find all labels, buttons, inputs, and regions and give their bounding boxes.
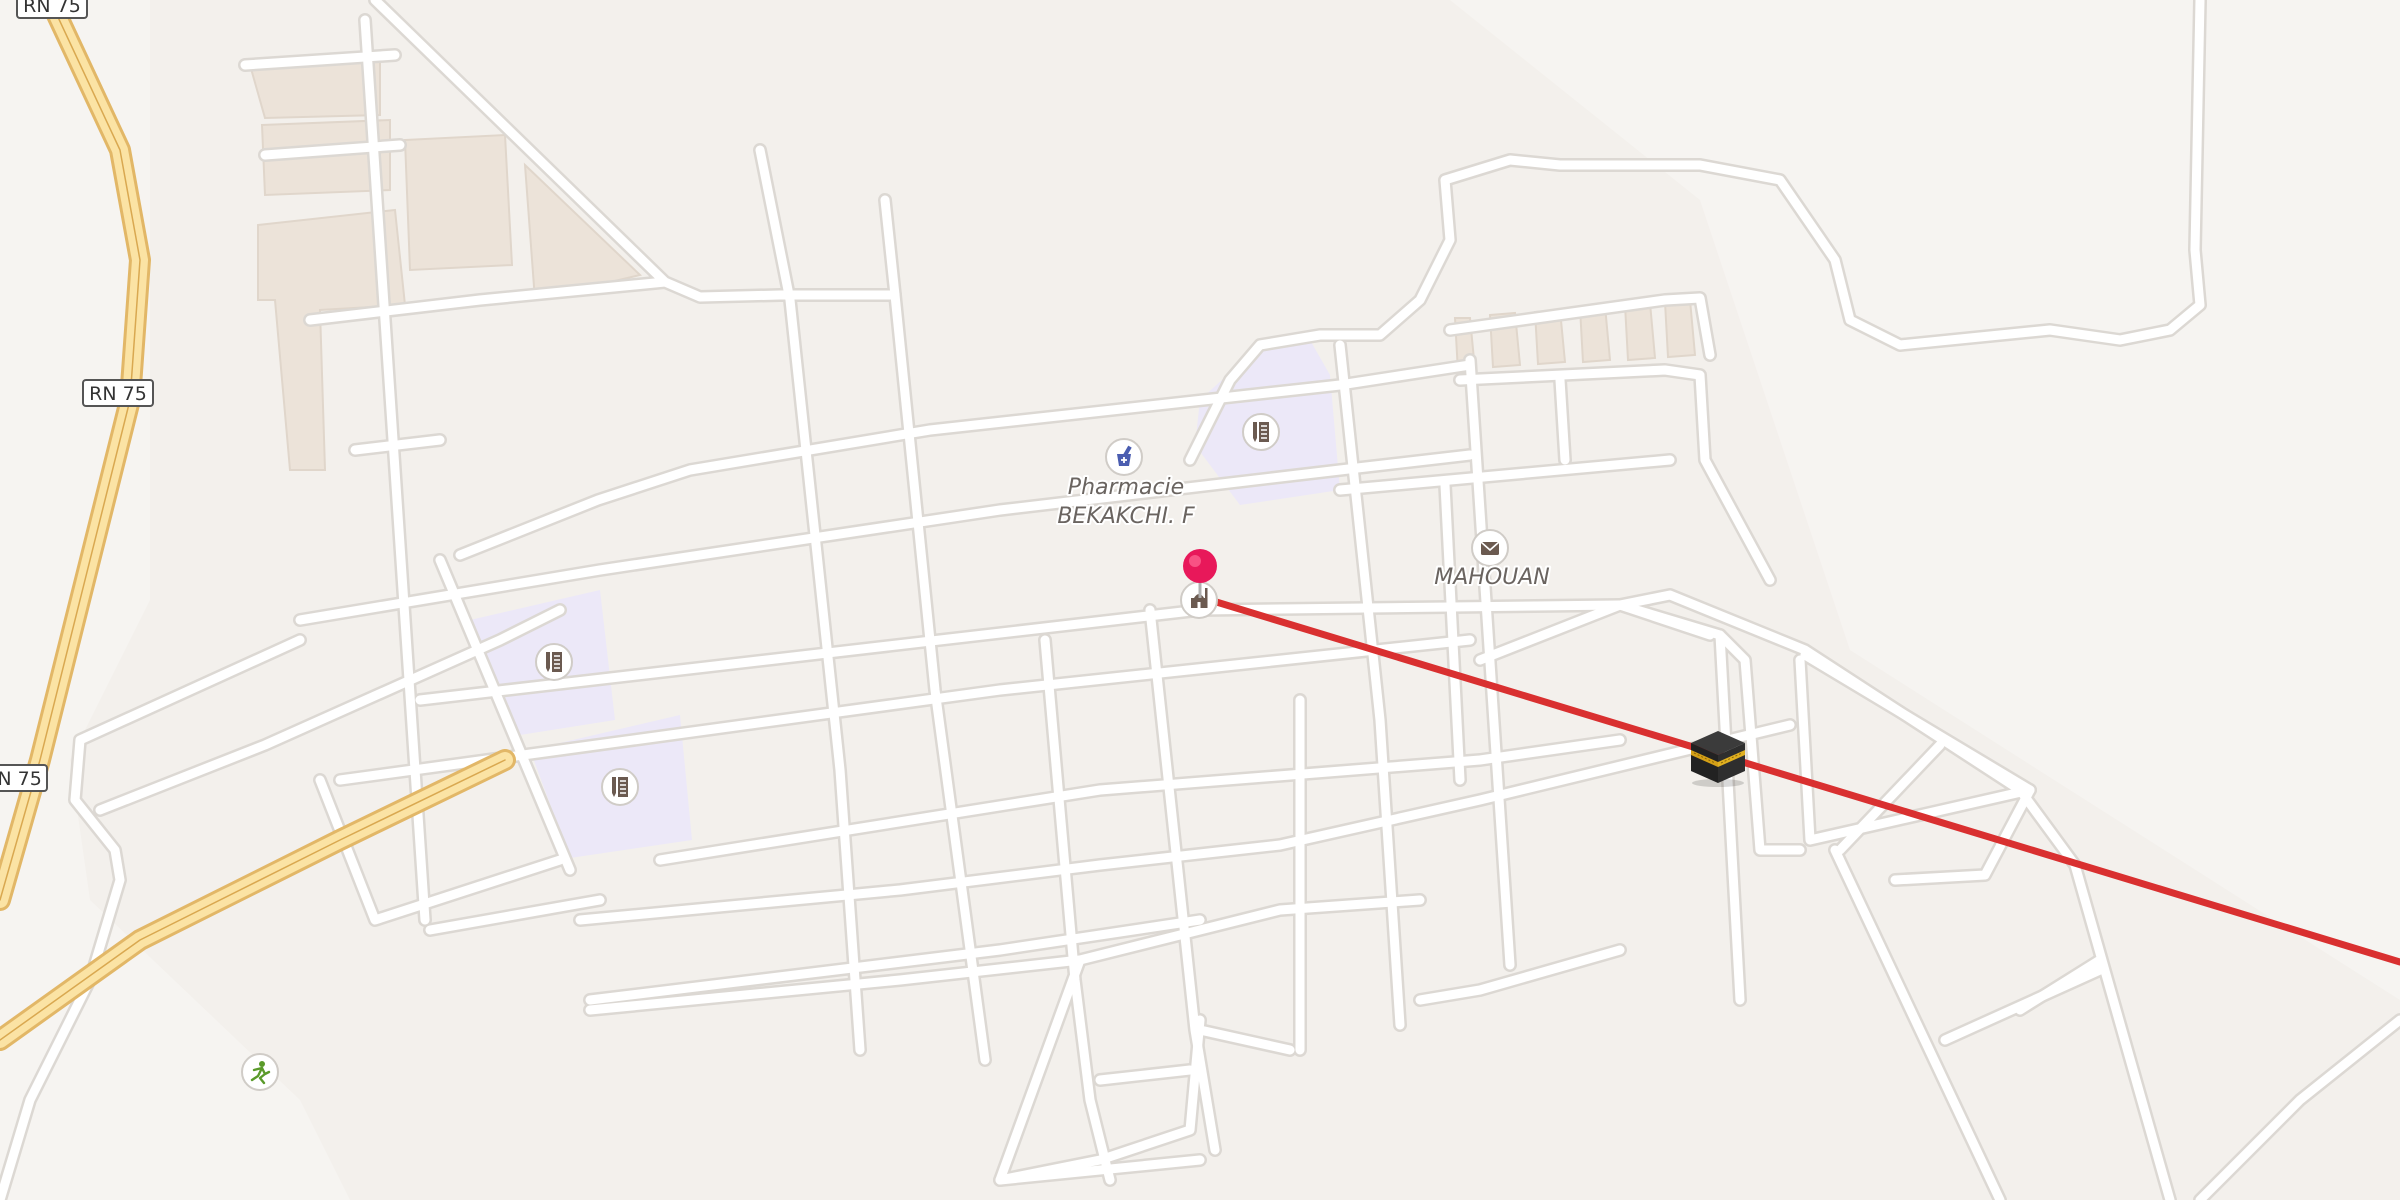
- post-office-icon[interactable]: [1471, 529, 1509, 567]
- school-icon[interactable]: [601, 768, 639, 806]
- pharmacy-icon[interactable]: [1105, 438, 1143, 476]
- pharmacy-label-line2: BEKAKCHI. F: [1057, 504, 1195, 529]
- road-shield-rn75-mid: RN 75: [82, 379, 154, 407]
- map-canvas[interactable]: RN 75 RN 75 RN 75 Pharmacie Pharmacie BE…: [0, 0, 2400, 1200]
- road-shield-rn75-top: RN 75: [16, 0, 88, 19]
- post-office-label: MAHOUAN: [1434, 565, 1550, 590]
- pharmacy-label-line1: Pharmacie: [1068, 475, 1184, 500]
- road-shield-rn75-left: RN 75: [0, 764, 48, 792]
- school-icon[interactable]: [1242, 413, 1280, 451]
- school-icon[interactable]: [535, 643, 573, 681]
- road-label-text: RN 75: [0, 768, 42, 790]
- sports-icon[interactable]: [241, 1053, 279, 1091]
- road-label-text: RN 75: [89, 383, 147, 405]
- road-label-text: RN 75: [23, 0, 81, 17]
